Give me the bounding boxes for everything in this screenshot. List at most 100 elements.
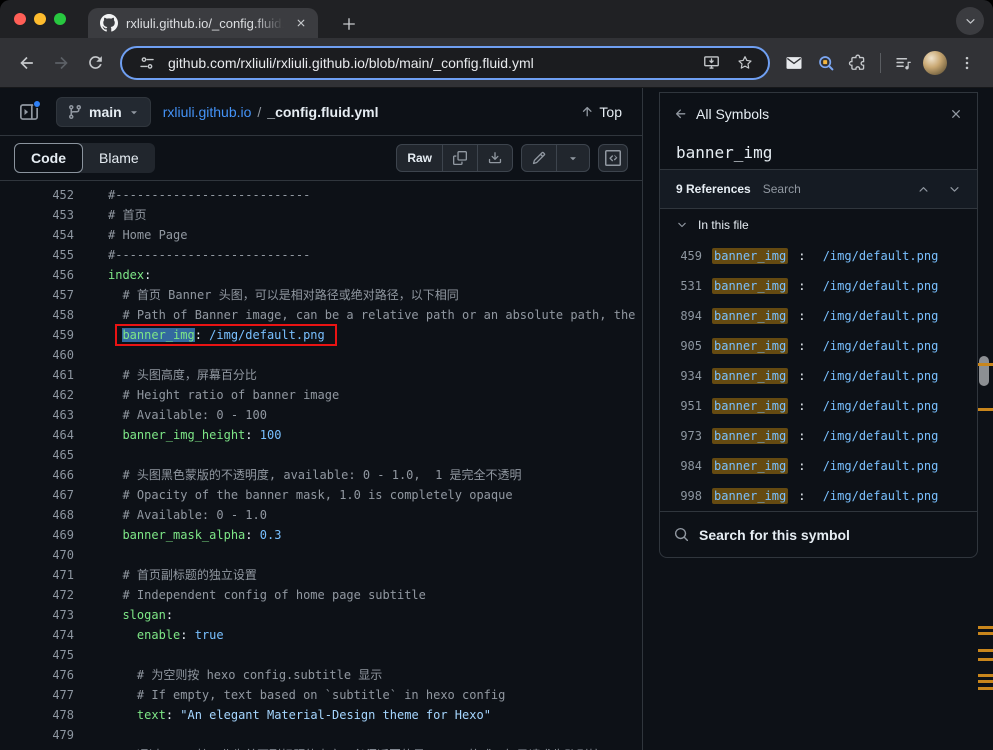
reference-value: /img/default.png	[822, 309, 939, 323]
line-number[interactable]: 467	[0, 485, 74, 505]
line-number[interactable]: 455	[0, 245, 74, 265]
chrome-menu-icon[interactable]	[952, 48, 982, 78]
references-search-link[interactable]: Search	[763, 182, 801, 196]
reference-row[interactable]: 998 banner_img: /img/default.png	[660, 481, 977, 511]
line-number[interactable]: 453	[0, 205, 74, 225]
reference-symbol-highlight: banner_img	[712, 278, 789, 294]
url-bar[interactable]: github.com/rxliuli/rxliuli.github.io/blo…	[120, 45, 770, 80]
reference-row[interactable]: 894 banner_img: /img/default.png	[660, 301, 977, 331]
copy-icon[interactable]	[442, 145, 477, 171]
reference-line-number: 934	[680, 369, 702, 383]
browser-tab[interactable]: rxliuli.github.io/_config.fluid.y	[88, 8, 318, 38]
annotation-red-box: banner_img: /img/default.png	[115, 324, 337, 346]
raw-button[interactable]: Raw	[397, 145, 442, 171]
download-icon[interactable]	[477, 145, 512, 171]
line-number[interactable]: 472	[0, 585, 74, 605]
new-tab-button[interactable]	[336, 11, 362, 37]
scrollbar-match-mark	[978, 674, 993, 677]
edit-dropdown-icon[interactable]	[556, 145, 589, 171]
line-number[interactable]: 461	[0, 365, 74, 385]
line-number[interactable]: 476	[0, 665, 74, 685]
minimize-window-button[interactable]	[34, 13, 46, 25]
toolbar-separator	[880, 52, 881, 73]
previous-reference-icon[interactable]	[917, 183, 930, 196]
tab-code[interactable]: Code	[14, 143, 83, 173]
line-content: # 为空则按 hexo config.subtitle 显示	[108, 668, 383, 682]
page-scrollbar	[978, 88, 993, 750]
reference-separator: :	[798, 489, 813, 503]
line-number[interactable]: 454	[0, 225, 74, 245]
reference-value: /img/default.png	[822, 339, 939, 353]
search-symbol-button[interactable]: Search for this symbol	[660, 512, 977, 557]
tab-search-button[interactable]	[956, 7, 984, 35]
tab-blame[interactable]: Blame	[83, 143, 155, 173]
close-window-button[interactable]	[14, 13, 26, 25]
code-line: 479	[0, 725, 642, 745]
line-number[interactable]: 470	[0, 545, 74, 565]
line-number[interactable]: 479	[0, 725, 74, 745]
scrollbar-thumb[interactable]	[979, 356, 989, 386]
reference-row[interactable]: 934 banner_img: /img/default.png	[660, 361, 977, 391]
install-app-icon[interactable]	[698, 50, 724, 76]
next-reference-icon[interactable]	[948, 183, 961, 196]
site-info-icon[interactable]	[134, 50, 160, 76]
chevron-down-icon	[130, 110, 137, 114]
reference-row[interactable]: 951 banner_img: /img/default.png	[660, 391, 977, 421]
code-line: 468 # Available: 0 - 1.0	[0, 505, 642, 525]
line-number[interactable]: 457	[0, 285, 74, 305]
reference-row[interactable]: 459 banner_img: /img/default.png	[660, 241, 977, 271]
edit-pencil-icon[interactable]	[522, 145, 556, 171]
line-number[interactable]: 473	[0, 605, 74, 625]
line-number[interactable]: 465	[0, 445, 74, 465]
line-number[interactable]: 463	[0, 405, 74, 425]
reference-symbol-highlight: banner_img	[712, 368, 789, 384]
branch-selector[interactable]: main	[56, 96, 151, 127]
reference-row[interactable]: 973 banner_img: /img/default.png	[660, 421, 977, 451]
symbols-panel-toggle-button[interactable]	[598, 144, 628, 172]
back-button[interactable]	[12, 48, 42, 78]
git-branch-icon	[68, 104, 81, 119]
line-number[interactable]: 452	[0, 185, 74, 205]
line-number[interactable]: 475	[0, 645, 74, 665]
reference-row[interactable]: 984 banner_img: /img/default.png	[660, 451, 977, 481]
profile-avatar[interactable]	[923, 50, 947, 75]
line-number[interactable]: 462	[0, 385, 74, 405]
line-number[interactable]: 477	[0, 685, 74, 705]
scroll-to-top-button[interactable]: Top	[574, 100, 628, 124]
line-number[interactable]: 480	[0, 745, 74, 750]
arrow-up-icon	[583, 106, 592, 116]
notification-dot	[33, 99, 41, 108]
reference-symbol-highlight: banner_img	[712, 248, 789, 264]
all-symbols-back-button[interactable]: All Symbols	[674, 106, 769, 122]
code-line: 473 slogan:	[0, 605, 642, 625]
line-number[interactable]: 458	[0, 305, 74, 325]
line-number[interactable]: 469	[0, 525, 74, 545]
extensions-puzzle-icon[interactable]	[843, 48, 873, 78]
reference-row[interactable]: 905 banner_img: /img/default.png	[660, 331, 977, 361]
zoom-window-button[interactable]	[54, 13, 66, 25]
reference-row[interactable]: 531 banner_img: /img/default.png	[660, 271, 977, 301]
line-content: banner_img: /img/default.png	[74, 324, 337, 346]
tab-close-icon[interactable]	[292, 14, 310, 32]
repo-link[interactable]: rxliuli.github.io	[163, 104, 252, 120]
in-this-file-toggle[interactable]: In this file	[660, 209, 977, 241]
line-number[interactable]: 468	[0, 505, 74, 525]
reference-symbol-highlight: banner_img	[712, 428, 789, 444]
line-number[interactable]: 456	[0, 265, 74, 285]
bookmark-star-icon[interactable]	[732, 50, 758, 76]
line-number[interactable]: 459	[0, 325, 74, 345]
media-controls-icon[interactable]	[888, 48, 918, 78]
url-text[interactable]: github.com/rxliuli/rxliuli.github.io/blo…	[168, 55, 690, 71]
lens-extension-icon[interactable]	[811, 48, 841, 78]
mail-extension-icon[interactable]	[779, 48, 809, 78]
line-content: #---------------------------	[108, 188, 311, 202]
line-number[interactable]: 474	[0, 625, 74, 645]
line-number[interactable]: 466	[0, 465, 74, 485]
reload-button[interactable]	[80, 48, 110, 78]
line-number[interactable]: 471	[0, 565, 74, 585]
line-number[interactable]: 464	[0, 425, 74, 445]
close-panel-icon[interactable]	[949, 107, 963, 121]
line-number[interactable]: 478	[0, 705, 74, 725]
file-tree-toggle-button[interactable]	[14, 97, 44, 127]
line-number[interactable]: 460	[0, 345, 74, 365]
